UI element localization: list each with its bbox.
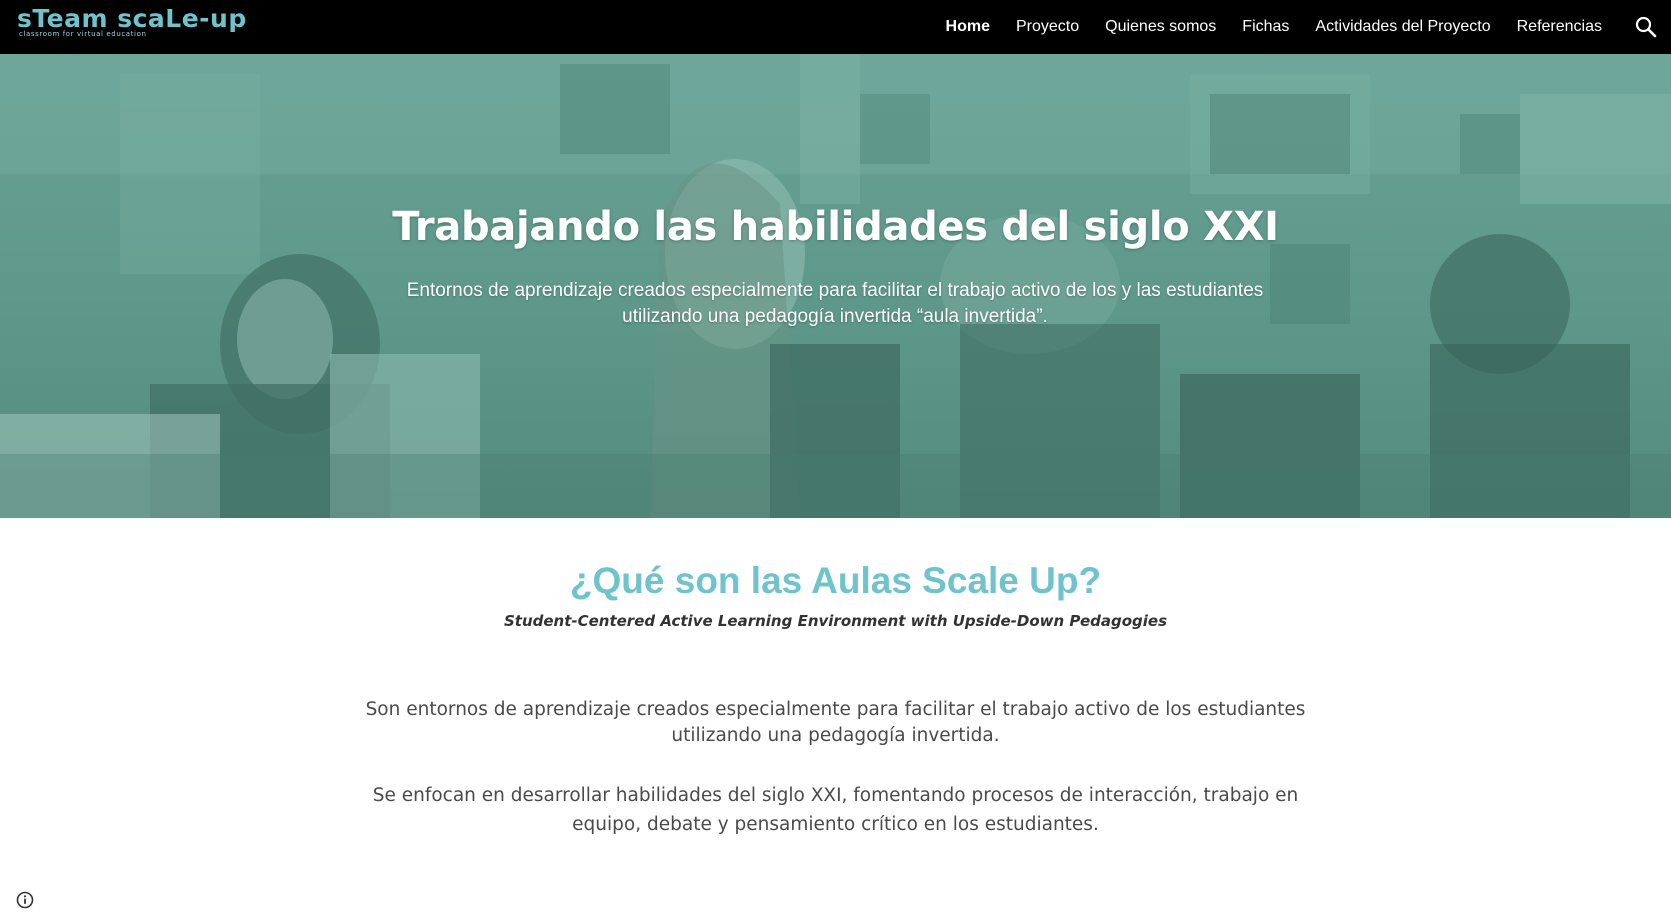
skills-paragraph: Se enfocan en desarrollar habilidades de… (372, 785, 1299, 835)
section-tagline: Student-Centered Active Learning Environ… (503, 612, 1168, 630)
hero-title: Trabajando las habilidades del siglo XXI (392, 204, 1279, 250)
info-icon[interactable] (16, 891, 34, 909)
site-logo[interactable]: sTeam scaLe-up classroom for virtual edu… (17, 4, 247, 39)
hero-banner: Trabajando las habilidades del siglo XXI… (0, 54, 1671, 518)
logo-tagline: classroom for virtual education (19, 30, 147, 38)
section-title: ¿Qué son las Aulas Scale Up? (569, 560, 1102, 601)
nav-item-fichas[interactable]: Fichas (1229, 18, 1302, 36)
hero-subtitle: Entornos de aprendizaje creados especial… (406, 280, 1264, 327)
nav-item-actividades[interactable]: Actividades del Proyecto (1302, 18, 1503, 36)
nav-item-referencias[interactable]: Referencias (1504, 18, 1615, 36)
main-nav: Home Proyecto Quienes somos Fichas Activ… (933, 0, 1615, 54)
intro-paragraph: Son entornos de aprendizaje creados espe… (365, 699, 1306, 746)
nav-item-home[interactable]: Home (933, 18, 1003, 36)
top-nav-bar: sTeam scaLe-up classroom for virtual edu… (0, 0, 1671, 54)
nav-item-quienes-somos[interactable]: Quienes somos (1092, 18, 1229, 36)
logo-title: sTeam scaLe-up (17, 4, 247, 33)
nav-item-proyecto[interactable]: Proyecto (1003, 18, 1092, 36)
search-icon[interactable] (1634, 15, 1658, 39)
